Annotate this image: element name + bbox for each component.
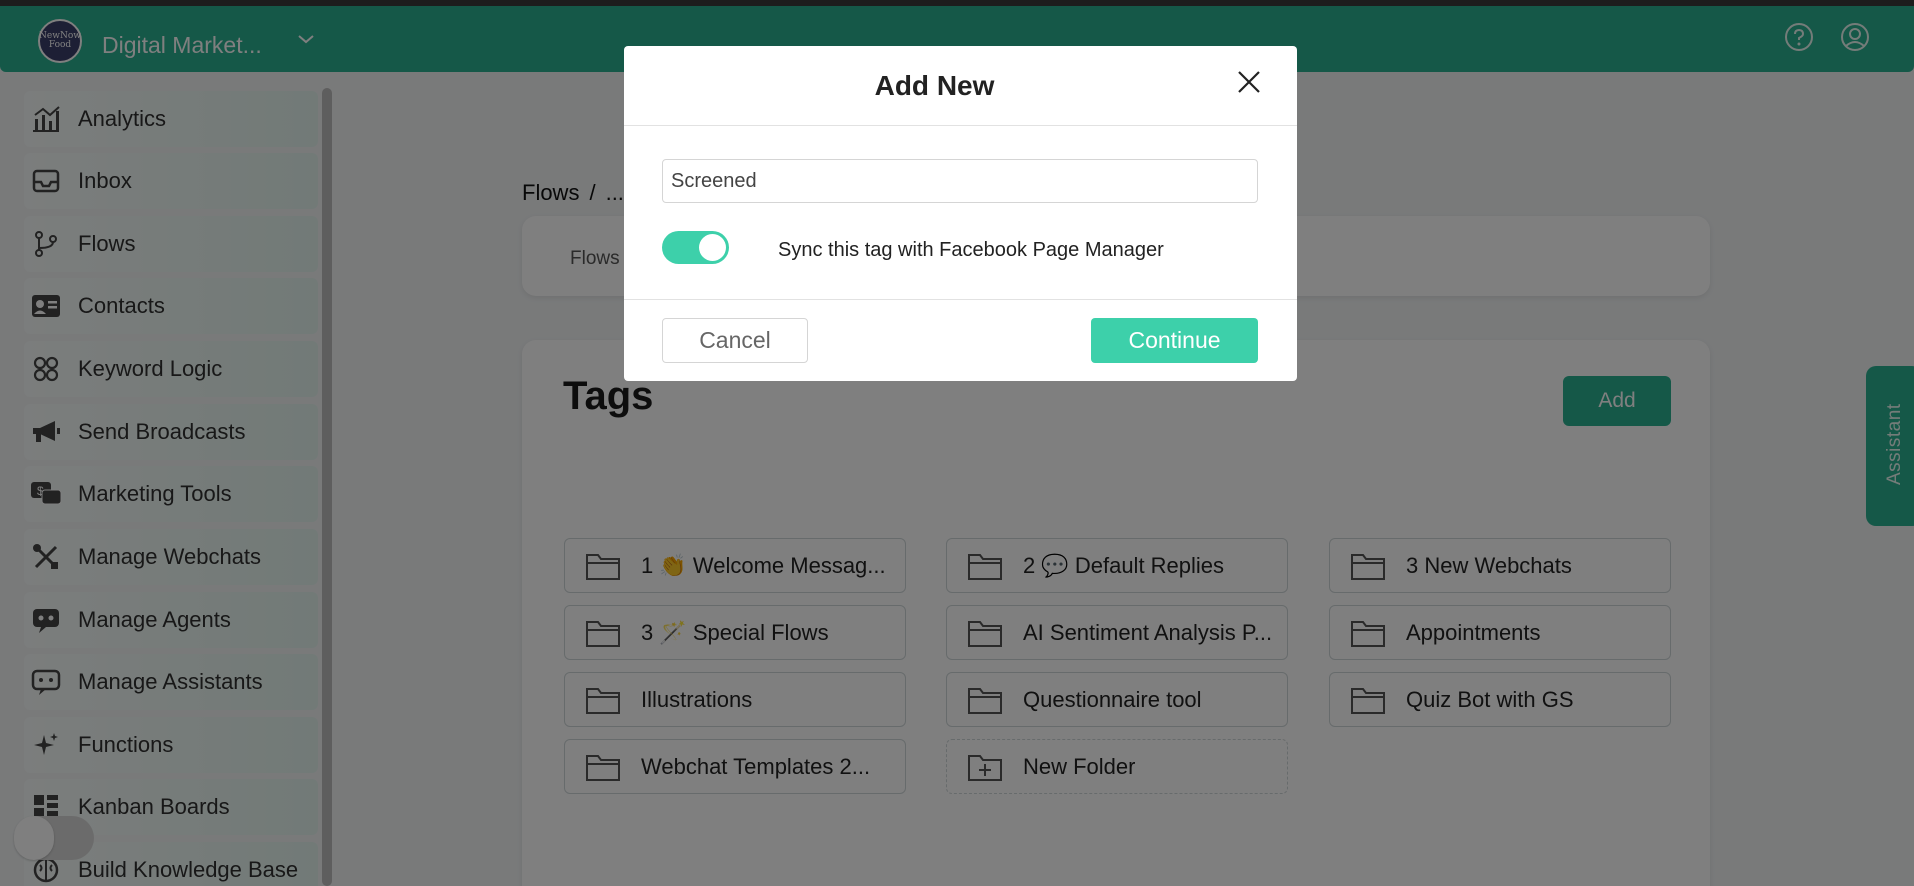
toggle-knob <box>699 234 726 261</box>
tag-name-input[interactable] <box>662 159 1258 203</box>
sync-facebook-label: Sync this tag with Facebook Page Manager <box>778 239 1164 261</box>
divider <box>624 299 1297 300</box>
dialog-title: Add New <box>874 70 995 101</box>
cancel-button[interactable]: Cancel <box>662 318 808 363</box>
sync-facebook-toggle[interactable] <box>662 231 729 264</box>
add-new-dialog: Add New Sync this tag with Facebook Page… <box>624 46 1297 381</box>
continue-button[interactable]: Continue <box>1091 318 1258 363</box>
divider <box>624 125 1297 126</box>
close-icon[interactable] <box>1235 68 1263 96</box>
